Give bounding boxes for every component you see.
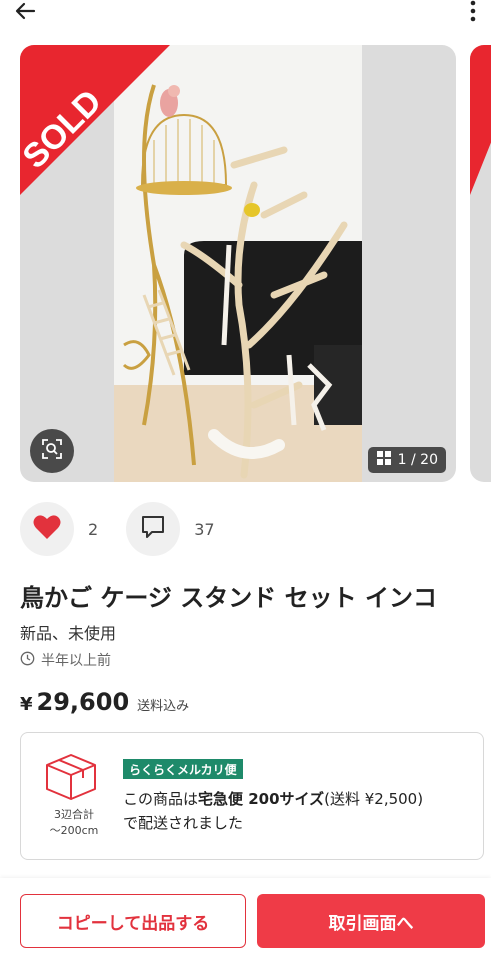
arrow-left-icon <box>14 0 36 26</box>
price-amount: 29,600 <box>36 688 130 716</box>
shipping-text-suffix: で配送されました <box>123 814 244 832</box>
more-options-button[interactable] <box>461 0 485 26</box>
comment-count: 37 <box>194 519 215 539</box>
copy-listing-button[interactable]: コピーして出品する <box>20 894 246 948</box>
next-photo-preview[interactable] <box>470 45 491 482</box>
price-note: 送料込み <box>137 699 190 714</box>
image-search-button[interactable] <box>30 429 74 473</box>
shipping-fee: (送料 ¥2,500) <box>324 790 424 808</box>
heart-icon <box>33 514 61 544</box>
product-photo[interactable]: SOLD 1 / 20 <box>20 45 456 482</box>
shipping-info: 3辺合計 ～200cm らくらくメルカリ便 この商品は宅急便 200サイズ(送料… <box>20 732 484 860</box>
package-icon <box>41 751 101 801</box>
photo-counter-text: 1 / 20 <box>397 452 438 468</box>
photo-carousel[interactable]: SOLD 1 / 20 <box>0 45 491 482</box>
price: ¥ 29,600 送料込み <box>20 688 189 716</box>
social-actions: 2 37 <box>20 502 243 556</box>
bottom-action-bar: コピーして出品する 取引画面へ <box>0 878 491 976</box>
next-sold-ribbon <box>470 45 491 195</box>
like-count: 2 <box>88 519 99 539</box>
like-button[interactable] <box>20 502 74 556</box>
item-condition: 新品、未使用 <box>20 624 117 643</box>
image-search-icon <box>41 438 63 464</box>
package-size: 3辺合計 ～200cm <box>39 807 109 839</box>
clock-icon <box>20 651 35 670</box>
grid-icon <box>376 450 392 470</box>
shipping-text-prefix: この商品は <box>123 790 199 808</box>
shipping-service-badge: らくらくメルカリ便 <box>123 759 243 779</box>
price-currency: ¥ <box>20 694 33 715</box>
transaction-screen-button[interactable]: 取引画面へ <box>257 894 485 948</box>
shipping-method: 宅急便 200サイズ <box>198 790 325 808</box>
top-bar <box>0 0 491 34</box>
comment-button[interactable] <box>126 502 181 556</box>
photo-counter: 1 / 20 <box>367 447 446 473</box>
package-size-line2: ～200cm <box>49 824 99 837</box>
package-size-line1: 3辺合計 <box>54 808 94 821</box>
shipping-description: この商品は宅急便 200サイズ(送料 ¥2,500) で配送されました <box>123 787 473 835</box>
sold-ribbon: SOLD <box>20 45 170 195</box>
item-title: 鳥かご ケージ スタンド セット インコ <box>20 584 437 612</box>
comment-icon <box>140 514 166 544</box>
posted-time-text: 半年以上前 <box>41 653 111 669</box>
back-button[interactable] <box>14 0 46 26</box>
posted-time: 半年以上前 <box>20 650 111 670</box>
more-vertical-icon <box>470 0 476 26</box>
